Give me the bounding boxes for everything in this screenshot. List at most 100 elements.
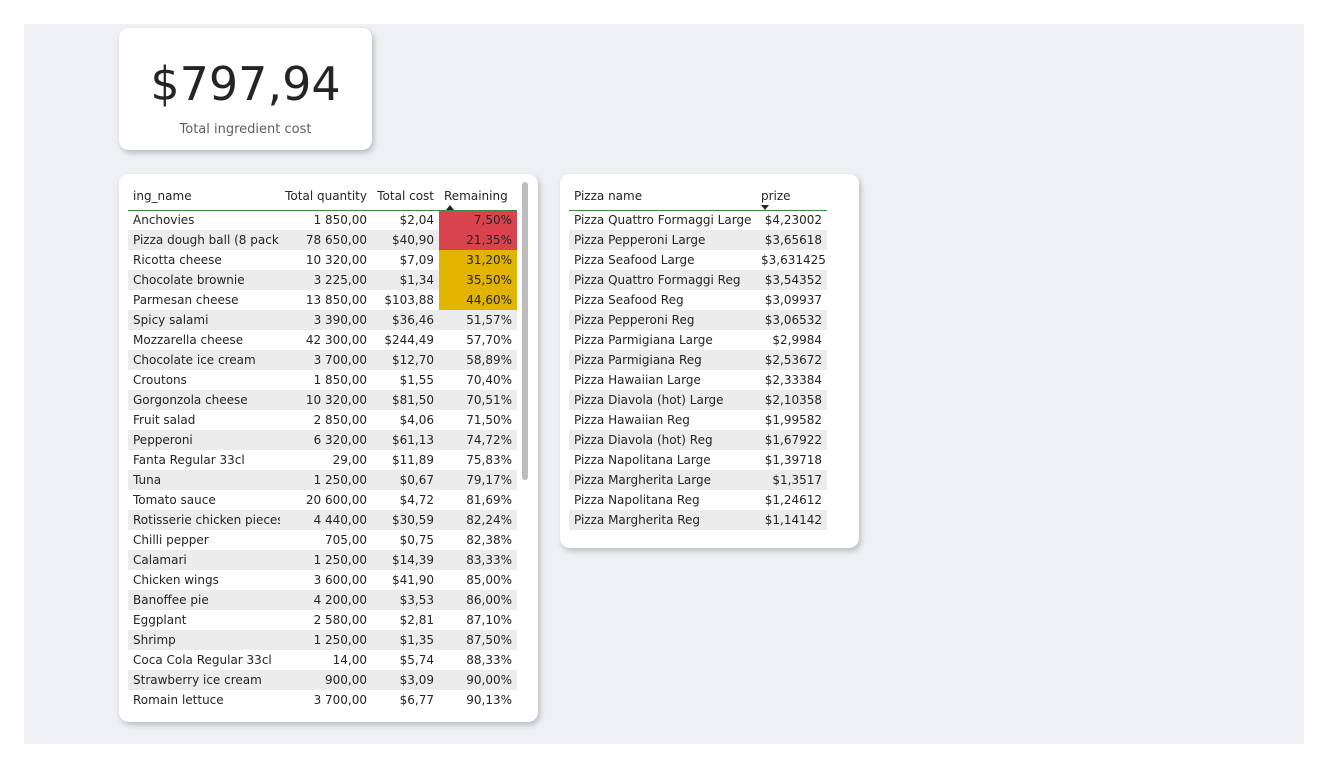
table-row[interactable]: Chocolate ice cream 3 700,00 $12,70 58,89% — [128, 350, 517, 370]
total-quantity-cell: 3 700,00 — [313, 693, 367, 707]
remaining-cell: 7,50% — [439, 210, 517, 230]
total-cost-cell: $0,75 — [399, 533, 434, 547]
col-header-total-cost[interactable]: Total cost — [372, 182, 439, 211]
table-row[interactable]: Pizza Parmigiana Reg $2,53672 — [569, 350, 827, 370]
table-row[interactable]: Pizza Margherita Large $1,3517 — [569, 470, 827, 490]
remaining-cell: 86,00% — [439, 590, 517, 610]
table-row[interactable]: Coca Cola Regular 33cl 14,00 $5,74 88,33% — [128, 650, 517, 670]
table-row[interactable]: Pepperoni 6 320,00 $61,13 74,72% — [128, 430, 517, 450]
table-row[interactable]: Chicken wings 3 600,00 $41,90 85,00% — [128, 570, 517, 590]
table-row[interactable]: Fanta Regular 33cl 29,00 $11,89 75,83% — [128, 450, 517, 470]
total-quantity-cell: 3 390,00 — [280, 310, 372, 330]
table-row[interactable]: Calamari 1 250,00 $14,39 83,33% — [128, 550, 517, 570]
table-row[interactable]: Pizza Quattro Formaggi Reg $3,54352 — [569, 270, 827, 290]
total-cost-cell: $30,59 — [372, 510, 439, 530]
col-header-pizza-name[interactable]: Pizza name — [569, 182, 756, 211]
total-cost-cell: $1,35 — [372, 630, 439, 650]
table-row[interactable]: Croutons 1 850,00 $1,55 70,40% — [128, 370, 517, 390]
ingredient-name-cell: Chocolate ice cream — [128, 350, 280, 370]
table-row[interactable]: Mozzarella cheese 42 300,00 $244,49 57,70% — [128, 330, 517, 350]
total-cost-cell: $3,53 — [372, 590, 439, 610]
total-cost-cell: $4,72 — [399, 493, 434, 507]
remaining-cell: 70,51% — [439, 390, 517, 410]
ingredient-name-cell: Ricotta cheese — [133, 253, 222, 267]
prize-cell: $1,99582 — [764, 413, 822, 427]
total-cost-cell: $6,77 — [399, 693, 434, 707]
ingredient-name-cell: Banoffee pie — [128, 590, 280, 610]
sort-ascending-icon — [446, 204, 454, 210]
total-quantity-cell: 1 850,00 — [313, 373, 367, 387]
ingredient-name-cell: Parmesan cheese — [133, 293, 239, 307]
table-row[interactable]: Pizza Napolitana Large $1,39718 — [569, 450, 827, 470]
prize-cell: $2,10358 — [756, 390, 827, 410]
table-row[interactable]: Spicy salami 3 390,00 $36,46 51,57% — [128, 310, 517, 330]
table-row[interactable]: Tomato sauce 20 600,00 $4,72 81,69% — [128, 490, 517, 510]
remaining-cell: 82,24% — [439, 510, 517, 530]
prize-cell: $2,53672 — [756, 350, 827, 370]
total-cost-cell: $2,81 — [399, 613, 434, 627]
table-row[interactable]: Shrimp 1 250,00 $1,35 87,50% — [128, 630, 517, 650]
table-row[interactable]: Pizza Pepperoni Large $3,65618 — [569, 230, 827, 250]
table-row[interactable]: Chocolate brownie 3 225,00 $1,34 35,50% — [128, 270, 517, 290]
table-row[interactable]: Banoffee pie 4 200,00 $3,53 86,00% — [128, 590, 517, 610]
table-row[interactable]: Gorgonzola cheese 10 320,00 $81,50 70,51% — [128, 390, 517, 410]
total-quantity-cell: 2 850,00 — [313, 413, 367, 427]
total-quantity-cell: 3 600,00 — [313, 573, 367, 587]
total-quantity-cell: 1 250,00 — [280, 630, 372, 650]
remaining-cell: 21,35% — [439, 230, 517, 250]
vertical-scrollbar[interactable] — [522, 182, 528, 480]
pizza-name-cell: Pizza Diavola (hot) Reg — [569, 430, 756, 450]
pizza-name-cell: Pizza Parmigiana Reg — [569, 350, 756, 370]
table-row[interactable]: Strawberry ice cream 900,00 $3,09 90,00% — [128, 670, 517, 690]
total-cost-cell: $40,90 — [372, 230, 439, 250]
table-row[interactable]: Chilli pepper 705,00 $0,75 82,38% — [128, 530, 517, 550]
table-row[interactable]: Ricotta cheese 10 320,00 $7,09 31,20% — [128, 250, 517, 270]
prize-cell: $3,54352 — [756, 270, 827, 290]
col-header-total-quantity[interactable]: Total quantity — [280, 182, 372, 211]
col-header-ing-name[interactable]: ing_name — [128, 182, 280, 211]
table-row[interactable]: Pizza Parmigiana Large $2,9984 — [569, 330, 827, 350]
pizza-price-table-card[interactable]: Pizza name prize Pizza Quattro Formaggi … — [560, 174, 859, 548]
table-row[interactable]: Parmesan cheese 13 850,00 $103,88 44,60% — [128, 290, 517, 310]
table-row[interactable]: Pizza Napolitana Reg $1,24612 — [569, 490, 827, 510]
col-header-prize[interactable]: prize — [756, 182, 827, 211]
table-row[interactable]: Pizza Hawaiian Large $2,33384 — [569, 370, 827, 390]
table-row[interactable]: Romain lettuce 3 700,00 $6,77 90,13% — [128, 690, 517, 710]
remaining-cell: 35,50% — [439, 270, 517, 290]
total-cost-cell: $0,67 — [372, 470, 439, 490]
table-row[interactable]: Pizza dough ball (8 pack) 78 650,00 $40,90… — [128, 230, 517, 250]
pizza-name-cell: Pizza Napolitana Reg — [574, 493, 700, 507]
table-row[interactable]: Pizza Margherita Reg $1,14142 — [569, 510, 827, 530]
pizza-name-cell: Pizza Pepperoni Reg — [569, 310, 756, 330]
table-row[interactable]: Pizza Pepperoni Reg $3,06532 — [569, 310, 827, 330]
table-row[interactable]: Fruit salad 2 850,00 $4,06 71,50% — [128, 410, 517, 430]
table-row[interactable]: Pizza Seafood Reg $3,09937 — [569, 290, 827, 310]
table-row[interactable]: Tuna 1 250,00 $0,67 79,17% — [128, 470, 517, 490]
ingredients-table-card[interactable]: ing_name Total quantity Total cost Remai… — [119, 174, 538, 722]
table-row[interactable]: Pizza Hawaiian Reg $1,99582 — [569, 410, 827, 430]
pizza-name-cell: Pizza Diavola (hot) Large — [569, 390, 756, 410]
table-row[interactable]: Eggplant 2 580,00 $2,81 87,10% — [128, 610, 517, 630]
total-quantity-cell: 3 700,00 — [280, 350, 372, 370]
table-row[interactable]: Pizza Diavola (hot) Large $2,10358 — [569, 390, 827, 410]
table-row[interactable]: Pizza Diavola (hot) Reg $1,67922 — [569, 430, 827, 450]
pizza-name-cell: Pizza Seafood Large — [574, 253, 695, 267]
pizza-header-row: Pizza name prize — [569, 182, 827, 211]
table-row[interactable]: Rotisserie chicken pieces 4 440,00 $30,59 8… — [128, 510, 517, 530]
col-header-remaining[interactable]: Remaining — [439, 182, 517, 211]
table-row[interactable]: Pizza Quattro Formaggi Large $4,23002 — [569, 210, 827, 230]
total-cost-cell: $7,09 — [399, 253, 434, 267]
remaining-cell: 82,38% — [466, 533, 512, 547]
table-row[interactable]: Pizza Seafood Large $3,631425 — [569, 250, 827, 270]
remaining-cell: 87,50% — [439, 630, 517, 650]
table-row[interactable]: Anchovies 1 850,00 $2,04 7,50% — [128, 210, 517, 230]
remaining-cell: 58,89% — [439, 350, 517, 370]
total-cost-cell: $2,04 — [399, 213, 434, 228]
total-cost-kpi-card[interactable]: $797,94 Total ingredient cost — [119, 28, 372, 150]
ingredient-name-cell: Tuna — [128, 470, 280, 490]
total-quantity-cell: 3 225,00 — [280, 270, 372, 290]
total-quantity-cell: 2 580,00 — [313, 613, 367, 627]
total-quantity-cell: 29,00 — [332, 453, 367, 467]
prize-cell: $1,67922 — [756, 430, 827, 450]
pizza-name-cell: Pizza Hawaiian Reg — [574, 413, 690, 427]
